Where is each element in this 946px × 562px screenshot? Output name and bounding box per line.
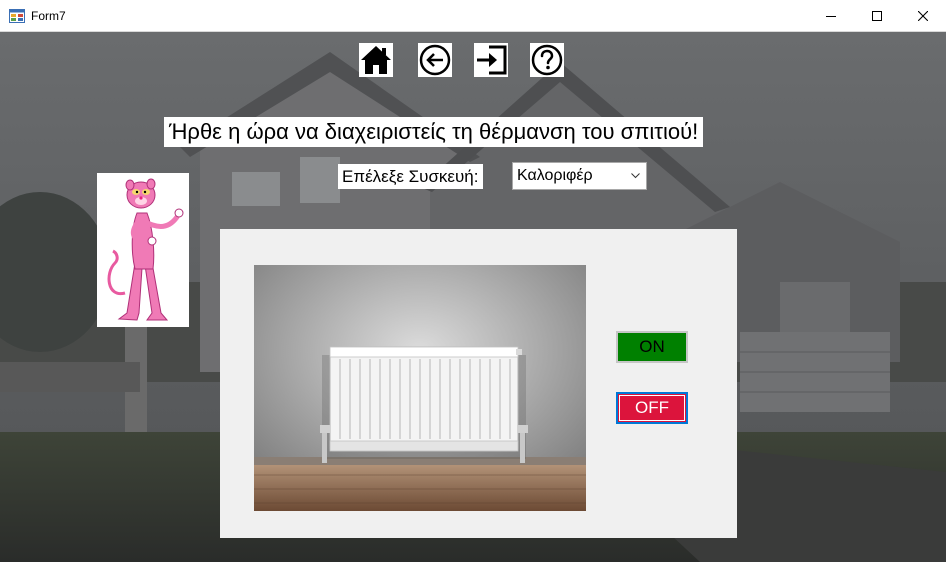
- close-button[interactable]: [900, 0, 946, 32]
- close-icon: [918, 11, 928, 21]
- title-bar[interactable]: Form7: [0, 0, 946, 32]
- maximize-icon: [872, 11, 882, 21]
- chevron-down-icon: [631, 173, 640, 179]
- device-select-value: Καλοριφέρ: [517, 167, 593, 184]
- app-icon: [9, 9, 25, 23]
- off-button[interactable]: OFF: [616, 392, 688, 424]
- form-client-area: Ήρθε η ώρα να διαχειριστείς τη θέρμανση …: [0, 32, 946, 562]
- home-button[interactable]: [359, 43, 393, 77]
- radiator-icon: [254, 265, 586, 511]
- minimize-icon: [826, 16, 836, 17]
- exit-button[interactable]: [474, 43, 508, 77]
- headline-label: Ήρθε η ώρα να διαχειριστείς τη θέρμανση …: [164, 117, 704, 147]
- mascot-image: [97, 173, 189, 327]
- device-panel: ON OFF: [220, 229, 737, 538]
- exit-icon: [477, 45, 507, 75]
- on-button[interactable]: ON: [616, 331, 688, 363]
- device-select[interactable]: Καλοριφέρ: [512, 162, 647, 190]
- help-button[interactable]: [530, 43, 564, 77]
- back-button[interactable]: [418, 43, 452, 77]
- app-window: Form7 Ήρθε η ώρα να διαχειριστείς τη θέρ…: [0, 0, 946, 562]
- device-select-label: Επέλεξε Συσκευή:: [338, 164, 483, 189]
- maximize-button[interactable]: [854, 0, 900, 32]
- radiator-image: [254, 265, 586, 511]
- help-icon: [531, 44, 563, 76]
- back-arrow-icon: [419, 44, 451, 76]
- pink-panther-icon: [107, 178, 184, 321]
- window-title: Form7: [31, 9, 66, 23]
- minimize-button[interactable]: [808, 0, 854, 32]
- home-icon: [361, 46, 391, 74]
